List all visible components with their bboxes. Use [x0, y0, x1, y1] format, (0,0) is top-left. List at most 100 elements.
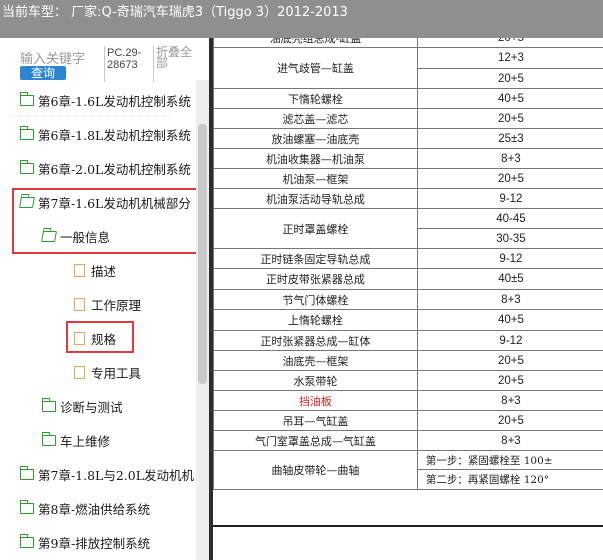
tree-item-on-vehicle-repair[interactable]: 车上维修	[42, 424, 110, 457]
torque-cell: 30-35	[416, 228, 603, 249]
folder-icon	[20, 92, 34, 106]
table-row: 放油螺塞—油底壳 25±3	[213, 128, 603, 149]
table-row: 正时皮带张紧器总成 40±5	[213, 268, 603, 290]
highlight-box-chapter7	[12, 188, 199, 254]
table-row: 进气歧管—缸盖 12+3	[213, 47, 603, 89]
folder-icon	[42, 432, 56, 446]
tree-item-special-tools[interactable]: 专用工具	[74, 356, 141, 389]
table-row: 机油收集器—机油泵 8+3	[213, 148, 603, 169]
torque-cell: 20+5	[416, 370, 603, 391]
pc-label: PC.29-28673	[107, 47, 142, 71]
document-icon	[74, 366, 85, 379]
search-input[interactable]: 输入关键字	[20, 48, 103, 67]
torque-cell: 25±3	[416, 128, 603, 149]
torque-cell: 8+3	[416, 390, 603, 411]
sidebar: 输入关键字 PC.29-28673 折叠全部 查询 第6章-1.6L发动机控制系…	[0, 38, 209, 560]
part-cell: 进气歧管—缸盖	[213, 47, 418, 89]
torque-cell: 12+3	[416, 47, 603, 69]
spec-table: 油底壳组总成-缸盖 20+5 进气歧管—缸盖 12+3 20+5 下惰轮螺栓 4…	[213, 38, 603, 490]
torque-cell: 40±5	[416, 268, 603, 290]
scrollbar-thumb[interactable]	[198, 124, 207, 384]
torque-cell: 20+5	[416, 168, 603, 189]
tree-item-principle[interactable]: 工作原理	[74, 288, 141, 321]
torque-cell: 20+5	[416, 38, 603, 48]
part-cell: 滤芯盖—滤芯	[213, 108, 418, 129]
tree-item-label: 车上维修	[60, 434, 111, 449]
table-row: 水泵带轮 20+5	[213, 370, 603, 391]
part-cell: 吊耳—气缸盖	[213, 410, 418, 431]
document-icon	[74, 298, 85, 311]
folder-icon	[42, 398, 56, 412]
top-bar: 当前车型： 厂家:Q-奇瑞汽车瑞虎3（Tiggo 3）2012-2013	[0, 0, 603, 38]
tree-item-label: 描述	[91, 264, 117, 279]
table-row: 下惰轮螺栓 40+5	[213, 88, 603, 109]
table-row: 滤芯盖—滤芯 20+5	[213, 108, 603, 129]
part-cell-highlighted: 挡油板	[213, 390, 418, 411]
tree-item-label: 第9章-排放控制系统	[38, 536, 151, 551]
table-row: 吊耳—气缸盖 20+5	[213, 410, 603, 431]
part-cell: 放油螺塞—油底壳	[213, 128, 418, 149]
part-cell: 水泵带轮	[213, 370, 418, 391]
table-row: 正时罩盖螺栓 40-45	[213, 208, 603, 249]
torque-cell: 第二步：再紧固螺栓 120°	[416, 469, 603, 490]
table-row: 正时张紧器总成—缸体 9-12	[213, 330, 603, 351]
tree-item-ch6-1.8[interactable]: 第6章-1.8L发动机控制系统	[20, 118, 191, 151]
torque-cell: 8+3	[416, 148, 603, 169]
part-cell: 正时皮带张紧器总成	[213, 268, 418, 290]
folder-icon	[20, 160, 34, 174]
table-row: 机油泵—框架 20+5	[213, 168, 603, 189]
table-row: 油底壳组总成-缸盖 20+5	[213, 38, 603, 48]
torque-cell: 20+5	[416, 350, 603, 371]
part-cell: 正时链条固定导轨总成	[213, 248, 418, 269]
torque-cell: 40-45	[416, 208, 603, 229]
table-row: 曲轴皮带轮—曲轴 第一步：紧固螺栓至 100±	[213, 450, 603, 490]
table-row: 气门室罩盖总成—气缸盖 8+3	[213, 430, 603, 451]
tree-item-ch9[interactable]: 第9章-排放控制系统	[20, 526, 150, 559]
divider	[104, 46, 105, 82]
part-cell: 气门室罩盖总成—气缸盖	[213, 430, 418, 451]
search-row: 输入关键字 PC.29-28673 折叠全部 查询	[0, 38, 209, 88]
tree-item-diagnosis[interactable]: 诊断与测试	[42, 390, 123, 423]
highlight-box-specifications	[66, 321, 134, 353]
part-cell: 机油泵—框架	[213, 168, 418, 189]
tree-item-description[interactable]: 描述	[74, 254, 116, 287]
torque-cell: 20+5	[416, 410, 603, 431]
torque-cell: 9-12	[416, 330, 603, 351]
part-cell: 机油收集器—机油泵	[213, 148, 418, 169]
part-cell: 正时罩盖螺栓	[213, 208, 418, 249]
torque-cell: 40+5	[416, 88, 603, 109]
tree-item-label: 工作原理	[91, 298, 142, 313]
folder-icon	[20, 466, 34, 480]
tree-item-label: 第6章-1.8L发动机控制系统	[38, 128, 191, 143]
tree-item-label: 第6章-1.6L发动机控制系统	[38, 94, 191, 109]
tree-item-label: 诊断与测试	[60, 400, 123, 415]
torque-cell: 8+3	[416, 430, 603, 451]
part-cell: 节气门体螺栓	[213, 289, 418, 310]
table-bottom-border	[213, 525, 603, 527]
folder-icon	[20, 534, 34, 548]
table-row: 机油泵活动导轨总成 9-12	[213, 188, 603, 209]
part-cell: 机油泵活动导轨总成	[213, 188, 418, 209]
part-cell: 上惰轮螺栓	[213, 309, 418, 331]
part-cell: 油底壳组总成-缸盖	[213, 38, 418, 48]
part-cell: 油底壳—框架	[213, 350, 418, 371]
tree-item-label: 第8章-燃油供给系统	[38, 502, 151, 517]
fold-all-button[interactable]: 折叠全部	[156, 46, 196, 69]
table-row: 上惰轮螺栓 40+5	[213, 309, 603, 331]
tree-item-ch8[interactable]: 第8章-燃油供给系统	[20, 492, 150, 525]
tree-item-label: 第7章-1.8L与2.0L发动机机	[38, 468, 195, 483]
divider	[153, 46, 154, 82]
torque-cell: 9-12	[416, 188, 603, 209]
torque-cell: 40+5	[416, 309, 603, 331]
torque-cell: 20+5	[416, 108, 603, 129]
table-row: 正时链条固定导轨总成 9-12	[213, 248, 603, 269]
tree-item-ch6-2.0[interactable]: 第6章-2.0L发动机控制系统	[20, 152, 191, 185]
tree-item-label: 专用工具	[91, 366, 142, 381]
part-cell: 下惰轮螺栓	[213, 88, 418, 109]
tree-item-ch7-1.8-2.0[interactable]: 第7章-1.8L与2.0L发动机机	[20, 458, 194, 491]
search-button[interactable]: 查询	[20, 66, 66, 80]
tree-item-ch6-1.6[interactable]: 第6章-1.6L发动机控制系统	[20, 84, 191, 117]
folder-icon	[20, 126, 34, 140]
folder-icon	[20, 500, 34, 514]
part-cell: 曲轴皮带轮—曲轴	[213, 450, 418, 490]
